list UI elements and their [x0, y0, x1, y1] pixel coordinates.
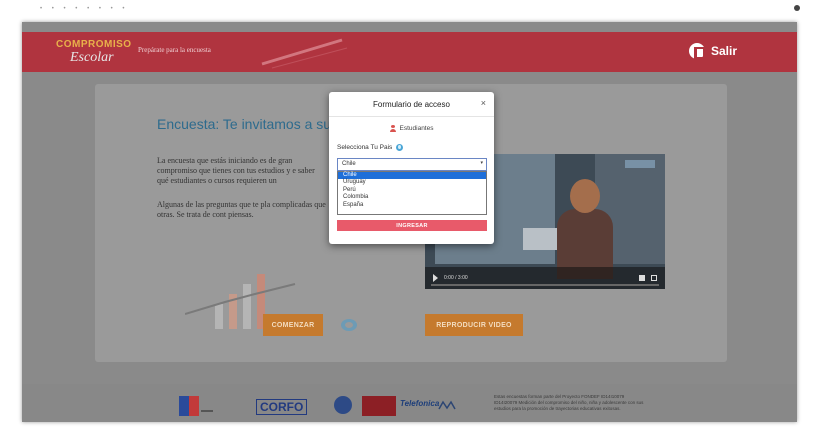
- country-label-text: Selecciona Tu Pais: [337, 144, 393, 151]
- pen-decoration-icon: [261, 38, 348, 69]
- country-option-uruguay[interactable]: Uruguay: [338, 179, 486, 186]
- page-title: Encuesta: Te invitamos a super: [157, 116, 352, 132]
- footer: CORFO Telefonica Estas encuestas forman …: [22, 384, 797, 422]
- university-logo-icon: [362, 396, 396, 416]
- exit-icon: [688, 43, 705, 59]
- country-label: Selecciona Tu Pais: [337, 144, 404, 151]
- footer-disclaimer: Estas encuestas forman parte del Proyect…: [494, 394, 644, 411]
- country-option-espana[interactable]: España: [338, 202, 486, 209]
- compromiso-escolar-logo[interactable]: COMPROMISO Escolar: [56, 39, 138, 65]
- header-tagline: Prepárate para la encuesta: [138, 46, 211, 54]
- play-video-button[interactable]: REPRODUCIR VIDEO: [425, 314, 523, 336]
- video-badge: [625, 160, 655, 168]
- volume-icon[interactable]: [639, 275, 645, 281]
- close-icon[interactable]: ×: [481, 98, 486, 108]
- exit-label: Salir: [710, 44, 737, 58]
- country-option-colombia[interactable]: Colombia: [338, 194, 486, 201]
- user-icon: [389, 125, 396, 132]
- page-frame: COMPROMISO Escolar Prepárate para la enc…: [22, 22, 797, 422]
- logo-top-text: COMPROMISO: [56, 39, 132, 50]
- submit-button[interactable]: INGRESAR: [337, 220, 487, 231]
- video-progress-bar[interactable]: [431, 284, 659, 286]
- globe-icon: [396, 144, 404, 151]
- browser-chrome-dots: • • • • • • • •: [40, 6, 129, 12]
- chevron-down-icon[interactable]: ▾: [480, 160, 483, 166]
- country-dropdown-list: Chile Uruguay Perú Colombia España: [337, 171, 487, 215]
- header-bar: COMPROMISO Escolar Prepárate para la enc…: [22, 32, 797, 72]
- country-option-peru[interactable]: Perú: [338, 187, 486, 194]
- start-button[interactable]: COMENZAR: [263, 314, 323, 336]
- intro-paragraph-1: La encuesta que estás iniciando es de gr…: [157, 156, 315, 185]
- intro-paragraph-2: Algunas de las preguntas que te pla comp…: [157, 200, 326, 219]
- access-form-modal: Formulario de acceso × Estudiantes Selec…: [329, 92, 494, 244]
- modal-divider: [329, 116, 494, 117]
- modal-title: Formulario de acceso: [373, 100, 450, 109]
- telefonica-logo: Telefonica: [400, 399, 440, 408]
- selected-country: Chile: [342, 161, 356, 167]
- play-circle-icon[interactable]: [340, 318, 358, 332]
- fullscreen-icon[interactable]: [651, 275, 657, 281]
- video-person-head: [570, 179, 600, 213]
- government-logo-icon: [179, 396, 213, 416]
- video-laptop: [523, 228, 557, 250]
- video-controls: 0:00 / 3:00: [425, 267, 665, 289]
- browser-menu-icon[interactable]: [794, 5, 800, 11]
- movistar-logo-icon: [438, 400, 456, 410]
- play-icon[interactable]: [433, 274, 438, 282]
- role-indicator: Estudiantes: [329, 125, 494, 132]
- corfo-logo: CORFO: [256, 399, 308, 415]
- video-time: 0:00 / 3:00: [444, 275, 468, 281]
- university-seal-icon: [334, 396, 352, 414]
- logo-bottom-text: Escolar: [70, 50, 114, 65]
- country-select[interactable]: Chile ▾: [337, 158, 487, 171]
- exit-button[interactable]: Salir: [688, 43, 737, 59]
- country-option-chile[interactable]: Chile: [338, 172, 486, 180]
- role-label: Estudiantes: [399, 125, 434, 132]
